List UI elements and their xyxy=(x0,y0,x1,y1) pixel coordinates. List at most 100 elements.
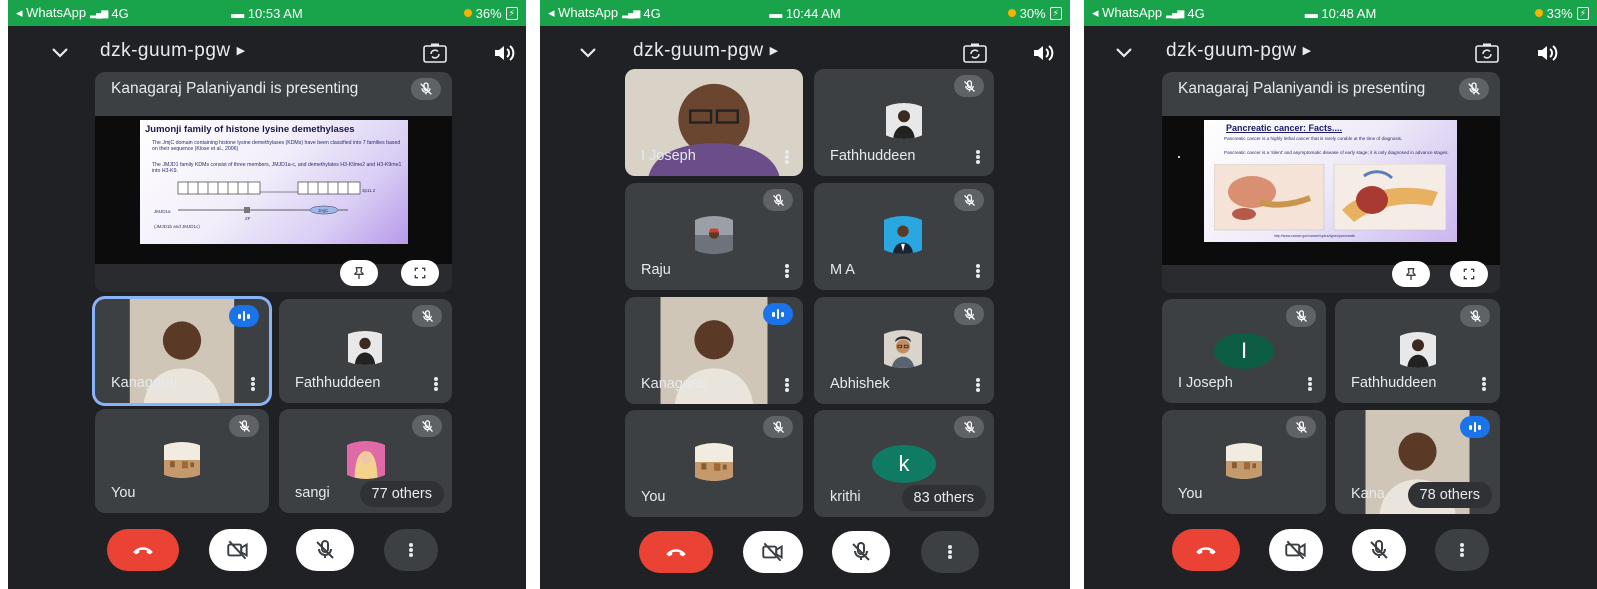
others-count-button[interactable]: 78 others xyxy=(1407,482,1492,508)
battery-icon: ⚡ xyxy=(1049,6,1062,20)
more-options-button[interactable] xyxy=(1435,529,1489,571)
participant-tile-m-a[interactable]: M A xyxy=(814,183,994,290)
participant-tile-you[interactable]: You xyxy=(625,410,803,517)
screen-3: ◂ WhatsApp ▂▄▆ 4G ▬ 10:48 AM 33% ⚡ dzk-guum… xyxy=(1084,0,1597,589)
end-call-button[interactable] xyxy=(107,529,179,571)
meeting-code-text: dzk-guum-pgw xyxy=(100,40,231,61)
others-count-button[interactable]: 77 others xyxy=(359,481,444,507)
more-vert-icon[interactable] xyxy=(976,150,980,164)
camera-off-button[interactable] xyxy=(209,529,267,571)
slide-bullet-1: Pancreatic cancer is a highly lethal can… xyxy=(1224,136,1403,141)
meeting-code[interactable]: dzk-guum-pgw ▶ xyxy=(633,40,779,62)
mute-badge xyxy=(1286,305,1316,327)
status-battery: 36% xyxy=(475,5,502,21)
participant-tile-sangi[interactable]: sangi 77 others xyxy=(279,409,452,513)
participant-name: Abhishek xyxy=(830,376,890,392)
participant-tile-i-joseph[interactable]: I I Joseph xyxy=(1162,299,1326,403)
more-vert-icon[interactable] xyxy=(785,378,789,392)
participant-name: Fathhuddeen xyxy=(295,375,381,391)
participant-tile-kanagaraj[interactable]: Kanagaraj xyxy=(95,299,269,403)
more-vert-icon[interactable] xyxy=(785,264,789,278)
call-header: dzk-guum-pgw ▶ xyxy=(540,38,1070,68)
more-vert-icon[interactable] xyxy=(1482,377,1486,391)
recording-dot-icon xyxy=(1007,9,1016,17)
others-count-button[interactable]: 83 others xyxy=(901,485,986,511)
camera-switch-icon[interactable] xyxy=(1474,42,1500,64)
participant-tile-abhishek[interactable]: Abhishek xyxy=(814,297,994,404)
participant-name: M A xyxy=(830,262,855,278)
status-network: 4G xyxy=(1187,5,1205,21)
mic-off-button[interactable] xyxy=(1352,529,1406,571)
end-call-icon xyxy=(1193,537,1219,563)
signal-icon: ▂▄▆ xyxy=(1166,7,1184,18)
chevron-down-icon[interactable] xyxy=(576,40,600,64)
fullscreen-button[interactable] xyxy=(401,260,439,286)
recording-dot-icon xyxy=(463,9,472,17)
status-app: ◂ WhatsApp ▂▄▆ 4G xyxy=(1092,5,1258,21)
chevron-down-icon[interactable] xyxy=(1112,40,1136,64)
camera-off-button[interactable] xyxy=(1269,529,1323,571)
pin-button[interactable] xyxy=(1392,261,1430,287)
presentation-tile[interactable]: Kanagaraj Palaniyandi is presenting Panc… xyxy=(1162,72,1500,293)
participant-name: Kana xyxy=(1351,486,1385,502)
more-vert-icon[interactable] xyxy=(976,264,980,278)
status-time: ▬ 10:44 AM xyxy=(769,5,841,21)
end-call-button[interactable] xyxy=(639,531,713,573)
speaker-icon[interactable] xyxy=(492,42,516,64)
participant-tile-fathhuddeen[interactable]: Fathhuddeen xyxy=(814,69,994,176)
participant-name: You xyxy=(1178,486,1203,502)
avatar-initial: k xyxy=(872,445,936,483)
status-battery: 33% xyxy=(1546,5,1573,21)
participant-name: I Joseph xyxy=(1178,375,1233,391)
presenter-mic-off xyxy=(1459,78,1489,100)
status-time: ▬ 10:53 AM xyxy=(231,5,303,21)
speaker-icon[interactable] xyxy=(1535,42,1559,64)
meeting-code[interactable]: dzk-guum-pgw ▶ xyxy=(100,40,246,62)
mic-off-button[interactable] xyxy=(832,531,890,573)
video-off-icon xyxy=(1283,537,1309,563)
meeting-code-text: dzk-guum-pgw xyxy=(1166,40,1297,61)
presentation-tile[interactable]: Kanagaraj Palaniyandi is presenting Jumo… xyxy=(95,72,452,292)
more-vert-icon[interactable] xyxy=(1308,377,1312,391)
mic-off-icon xyxy=(420,309,435,324)
camera-switch-icon[interactable] xyxy=(962,42,988,64)
mic-off-icon xyxy=(962,420,977,435)
avatar xyxy=(151,442,213,478)
participant-tile-krithi[interactable]: k krithi 83 others xyxy=(814,410,994,517)
status-time-value: 10:44 AM xyxy=(785,5,841,21)
meeting-code[interactable]: dzk-guum-pgw ▶ xyxy=(1166,40,1312,62)
participant-name: Fathhuddeen xyxy=(1351,375,1437,391)
slide-label-gene: JMJD1a xyxy=(154,209,171,214)
participant-tile-fathhuddeen[interactable]: Fathhuddeen xyxy=(1335,299,1500,403)
more-vert-icon xyxy=(409,543,413,557)
video-off-icon xyxy=(225,537,251,563)
fullscreen-button[interactable] xyxy=(1450,261,1488,287)
slide-title: Pancreatic cancer: Facts.... xyxy=(1226,123,1343,133)
more-options-button[interactable] xyxy=(384,529,438,571)
more-vert-icon[interactable] xyxy=(976,378,980,392)
end-call-button[interactable] xyxy=(1172,529,1240,571)
camera-off-button[interactable] xyxy=(743,531,803,573)
mic-off-button[interactable] xyxy=(296,529,354,571)
avatar xyxy=(1214,443,1274,479)
camera-switch-icon[interactable] xyxy=(422,42,448,64)
chevron-down-icon[interactable] xyxy=(48,40,72,64)
more-vert-icon[interactable] xyxy=(251,377,255,391)
pin-button[interactable] xyxy=(340,260,378,286)
participant-tile-you[interactable]: You xyxy=(95,409,269,513)
slide-label-jmjc: JmjC xyxy=(318,208,329,213)
more-options-button[interactable] xyxy=(921,531,979,573)
speaker-icon[interactable] xyxy=(1031,42,1055,64)
presenter-label: Kanagaraj Palaniyandi is presenting xyxy=(111,80,359,97)
signal-icon: ▂▄▆ xyxy=(90,7,108,18)
status-bar: ◂ WhatsApp ▂▄▆ 4G ▬ 10:48 AM 33% ⚡ xyxy=(1084,0,1597,26)
participant-tile-kanagaraj[interactable]: Kanagaraj xyxy=(625,297,803,404)
participant-tile-raju[interactable]: Raju xyxy=(625,183,803,290)
avatar xyxy=(874,103,934,139)
participant-tile-i-joseph[interactable]: I Joseph xyxy=(625,69,803,176)
participant-tile-fathhuddeen[interactable]: Fathhuddeen xyxy=(279,299,452,403)
more-vert-icon[interactable] xyxy=(785,150,789,164)
participant-tile-kanagaraj[interactable]: Kana 78 others xyxy=(1335,410,1500,514)
more-vert-icon[interactable] xyxy=(434,377,438,391)
participant-tile-you[interactable]: You xyxy=(1162,410,1326,514)
